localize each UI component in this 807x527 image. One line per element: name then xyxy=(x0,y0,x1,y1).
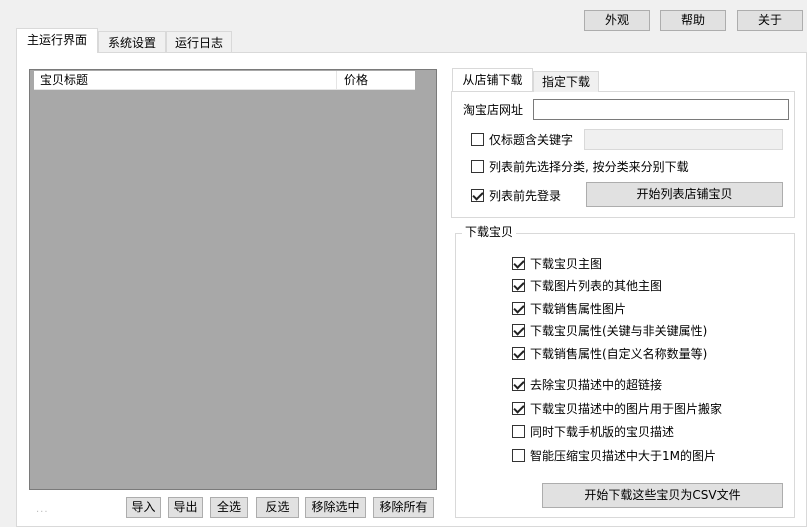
opt-download-mobile-desc-box[interactable] xyxy=(512,424,525,438)
tab-store-download[interactable]: 从店铺下载 xyxy=(452,68,533,92)
start-download-csv-button[interactable]: 开始下载这些宝贝为CSV文件 xyxy=(542,483,783,508)
appearance-button[interactable]: 外观 xyxy=(584,10,650,31)
opt-remove-links-label: 去除宝贝描述中的超链接 xyxy=(530,377,663,392)
opt-download-sku-attributes-box[interactable] xyxy=(512,346,525,360)
download-group-title: 下载宝贝 xyxy=(462,224,517,240)
choose-category-checkbox[interactable]: 列表前先选择分类, 按分类来分别下载 xyxy=(471,158,689,174)
login-first-checkbox[interactable]: 列表前先登录 xyxy=(471,187,561,203)
remove-selected-button[interactable]: 移除选中 xyxy=(305,497,366,518)
keyword-input[interactable] xyxy=(584,129,783,150)
opt-remove-links-box[interactable] xyxy=(512,377,525,391)
opt-download-desc-images[interactable]: 下载宝贝描述中的图片用于图片搬家 xyxy=(512,400,722,416)
keyword-only-checkbox[interactable]: 仅标题含关键字 xyxy=(471,131,573,147)
store-url-label: 淘宝店网址 xyxy=(463,103,524,117)
opt-download-other-main-images[interactable]: 下载图片列表的其他主图 xyxy=(512,277,662,293)
login-first-label: 列表前先登录 xyxy=(489,188,562,203)
choose-category-label: 列表前先选择分类, 按分类来分别下载 xyxy=(489,159,689,174)
keyword-only-label: 仅标题含关键字 xyxy=(489,132,574,147)
list-header: 宝贝标题 价格 xyxy=(34,71,415,90)
item-list[interactable]: 宝贝标题 价格 xyxy=(29,69,437,490)
column-header-title[interactable]: 宝贝标题 xyxy=(34,71,337,90)
opt-download-main-image-label: 下载宝贝主图 xyxy=(530,256,603,271)
status-dots: ... xyxy=(36,504,49,515)
import-button[interactable]: 导入 xyxy=(126,497,161,518)
export-button[interactable]: 导出 xyxy=(168,497,203,518)
tab-main-run[interactable]: 主运行界面 xyxy=(16,28,98,53)
opt-download-sku-images[interactable]: 下载销售属性图片 xyxy=(512,300,626,316)
opt-download-item-attributes[interactable]: 下载宝贝属性(关键与非关键属性) xyxy=(512,322,707,338)
about-button[interactable]: 关于 xyxy=(737,10,803,31)
login-first-box[interactable] xyxy=(471,188,484,202)
opt-remove-links[interactable]: 去除宝贝描述中的超链接 xyxy=(512,376,662,392)
store-url-input[interactable] xyxy=(533,99,789,120)
tab-run-log[interactable]: 运行日志 xyxy=(166,31,232,53)
opt-download-other-main-images-box[interactable] xyxy=(512,278,525,292)
opt-compress-images-box[interactable] xyxy=(512,448,525,462)
opt-download-item-attributes-label: 下载宝贝属性(关键与非关键属性) xyxy=(530,323,708,338)
opt-download-main-image[interactable]: 下载宝贝主图 xyxy=(512,255,602,271)
opt-download-sku-attributes-label: 下载销售属性(自定义名称数量等) xyxy=(530,346,708,361)
opt-download-main-image-box[interactable] xyxy=(512,256,525,270)
opt-download-mobile-desc-label: 同时下载手机版的宝贝描述 xyxy=(530,424,675,439)
help-button[interactable]: 帮助 xyxy=(660,10,726,31)
opt-download-mobile-desc[interactable]: 同时下载手机版的宝贝描述 xyxy=(512,423,674,439)
tab-system-settings[interactable]: 系统设置 xyxy=(98,31,166,53)
select-all-button[interactable]: 全选 xyxy=(210,497,248,518)
opt-download-other-main-images-label: 下载图片列表的其他主图 xyxy=(530,278,663,293)
opt-download-desc-images-box[interactable] xyxy=(512,401,525,415)
keyword-only-box[interactable] xyxy=(471,132,484,146)
opt-download-item-attributes-box[interactable] xyxy=(512,323,525,337)
opt-compress-images[interactable]: 智能压缩宝贝描述中大于1M的图片 xyxy=(512,447,716,463)
choose-category-box[interactable] xyxy=(471,159,484,173)
remove-all-button[interactable]: 移除所有 xyxy=(373,497,434,518)
invert-selection-button[interactable]: 反选 xyxy=(256,497,299,518)
opt-download-sku-attributes[interactable]: 下载销售属性(自定义名称数量等) xyxy=(512,345,707,361)
opt-download-sku-images-box[interactable] xyxy=(512,301,525,315)
tab-specified-download[interactable]: 指定下载 xyxy=(533,71,599,92)
opt-download-sku-images-label: 下载销售属性图片 xyxy=(530,301,627,316)
start-list-store-button[interactable]: 开始列表店铺宝贝 xyxy=(586,182,783,207)
column-header-price[interactable]: 价格 xyxy=(338,71,415,90)
opt-download-desc-images-label: 下载宝贝描述中的图片用于图片搬家 xyxy=(530,401,723,416)
opt-compress-images-label: 智能压缩宝贝描述中大于1M的图片 xyxy=(530,448,716,463)
